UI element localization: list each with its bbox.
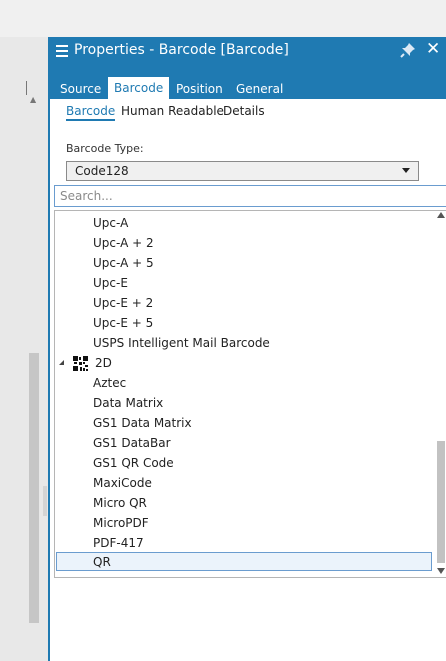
selected-row-highlight	[56, 552, 432, 571]
tab-position[interactable]: Position	[176, 80, 223, 99]
group-2d-label: 2D	[95, 356, 112, 370]
qr-code-icon	[73, 356, 88, 371]
left-gutter: ▲	[0, 37, 48, 661]
tab-bar: Source Barcode Position General	[50, 65, 446, 99]
list-item[interactable]: Upc-A + 2	[93, 233, 154, 253]
list-item[interactable]: Upc-E + 5	[93, 313, 153, 333]
list-item[interactable]: MaxiCode	[93, 473, 152, 493]
list-item[interactable]: GS1 DataBar	[93, 433, 171, 453]
barcode-type-select[interactable]: Code128	[66, 161, 419, 181]
close-icon[interactable]: ✕	[426, 39, 440, 59]
list-item-selected[interactable]: QR	[93, 552, 111, 572]
menu-icon[interactable]	[56, 43, 68, 59]
splitter-handle[interactable]	[43, 486, 47, 516]
list-item[interactable]: Data Matrix	[93, 393, 163, 413]
list-item[interactable]: Upc-A	[93, 213, 128, 233]
properties-panel: Properties - Barcode [Barcode] ✕ Source …	[48, 37, 446, 661]
panel-titlebar: Properties - Barcode [Barcode] ✕	[50, 37, 446, 65]
tab-general[interactable]: General	[236, 80, 283, 99]
list-item[interactable]: Aztec	[93, 373, 126, 393]
top-bar	[0, 0, 446, 37]
barcode-type-label: Barcode Type:	[66, 142, 144, 155]
scroll-down-icon[interactable]	[437, 568, 445, 574]
list-item[interactable]: GS1 QR Code	[93, 453, 174, 473]
expand-arrow-icon[interactable]	[59, 360, 64, 365]
list-item[interactable]: Upc-E	[93, 273, 128, 293]
search-placeholder: Search...	[60, 189, 113, 203]
subtab-bar: Barcode Human Readable Details	[50, 99, 446, 127]
list-scrollbar-thumb[interactable]	[437, 441, 445, 563]
list-item[interactable]: Micro QR	[93, 493, 147, 513]
pin-icon[interactable]	[400, 42, 416, 58]
panel-title: Properties - Barcode [Barcode]	[74, 42, 289, 58]
list-item[interactable]: PDF-417	[93, 533, 144, 553]
tab-source[interactable]: Source	[60, 80, 101, 99]
barcode-type-list[interactable]: Upc-A Upc-A + 2 Upc-A + 5 Upc-E Upc-E + …	[54, 210, 446, 578]
subtab-human-readable[interactable]: Human Readable	[121, 104, 224, 118]
gutter-scrollbar[interactable]	[29, 353, 39, 623]
subtab-details[interactable]: Details	[223, 104, 265, 118]
list-item[interactable]: MicroPDF	[93, 513, 149, 533]
scroll-up-arrow-icon[interactable]: ▲	[30, 96, 36, 104]
gutter-separator	[26, 81, 27, 95]
list-item[interactable]: Upc-E + 2	[93, 293, 153, 313]
barcode-type-value: Code128	[75, 164, 129, 178]
subtab-barcode[interactable]: Barcode	[66, 104, 116, 121]
scroll-up-icon[interactable]	[437, 212, 445, 218]
list-item[interactable]: GS1 Data Matrix	[93, 413, 192, 433]
list-item[interactable]: USPS Intelligent Mail Barcode	[93, 333, 270, 353]
tab-barcode[interactable]: Barcode	[108, 77, 170, 99]
search-input[interactable]: Search...	[54, 185, 446, 207]
list-item[interactable]: Upc-A + 5	[93, 253, 154, 273]
chevron-down-icon	[402, 168, 410, 173]
